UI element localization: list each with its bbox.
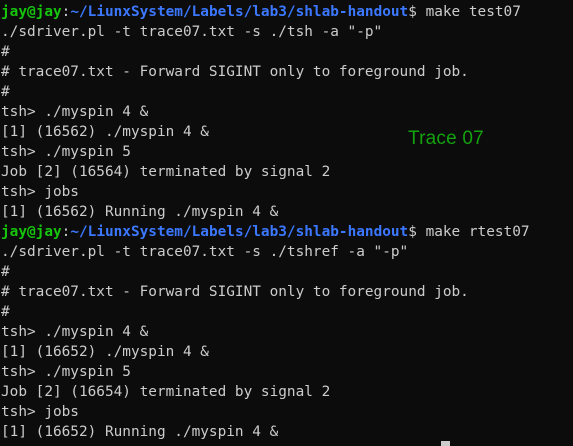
prompt-path: ~/LiunxSystem/Labels/lab3/shlab-handout: [70, 4, 409, 20]
output-line: # trace07.txt - Forward SIGINT only to f…: [1, 284, 469, 300]
text-cursor: [441, 441, 450, 446]
output-line: [1] (16652) ./myspin 4 &: [1, 344, 209, 360]
prompt-command: make rtest07: [416, 224, 530, 240]
output-line: tsh> ./myspin 4 &: [1, 104, 149, 120]
prompt-user: jay@jay: [1, 4, 62, 20]
prompt-path: ~/LiunxSystem/Labels/lab3/shlab-handout: [70, 224, 409, 240]
output-line: ./sdriver.pl -t trace07.txt -s ./tshref …: [1, 244, 409, 260]
prompt-line: jay@jay:~/LiunxSystem/Labels/lab3/shlab-…: [1, 222, 573, 242]
trace-label: Trace 07: [408, 128, 484, 149]
output-line: tsh> jobs: [1, 404, 79, 420]
terminal-window[interactable]: jay@jay:~/LiunxSystem/Labels/lab3/shlab-…: [0, 0, 573, 446]
output-line: Job [2] (16564) terminated by signal 2: [1, 164, 331, 180]
output-line: Job [2] (16654) terminated by signal 2: [1, 384, 331, 400]
output-line: tsh> ./myspin 5: [1, 144, 131, 160]
output-line: [1] (16652) Running ./myspin 4 &: [1, 424, 279, 440]
output-line: [1] (16562) ./myspin 4 &: [1, 124, 209, 140]
output-line: tsh> ./myspin 4 &: [1, 324, 149, 340]
output-line: # trace07.txt - Forward SIGINT only to f…: [1, 64, 469, 80]
prompt-command: make test07: [416, 4, 521, 20]
prompt-symbol: $: [408, 224, 417, 240]
prompt-user: jay@jay: [1, 224, 62, 240]
output-line: [1] (16562) Running ./myspin 4 &: [1, 204, 279, 220]
output-line: #: [1, 44, 10, 60]
prompt-symbol: $: [408, 4, 417, 20]
prompt-line: jay@jay:~/LiunxSystem/Labels/lab3/shlab-…: [1, 2, 573, 22]
output-line: tsh> jobs: [1, 184, 79, 200]
output-line: #: [1, 84, 10, 100]
output-line: ./sdriver.pl -t trace07.txt -s ./tsh -a …: [1, 24, 383, 40]
output-line: #: [1, 304, 10, 320]
output-line: #: [1, 264, 10, 280]
output-line: tsh> ./myspin 5: [1, 364, 131, 380]
